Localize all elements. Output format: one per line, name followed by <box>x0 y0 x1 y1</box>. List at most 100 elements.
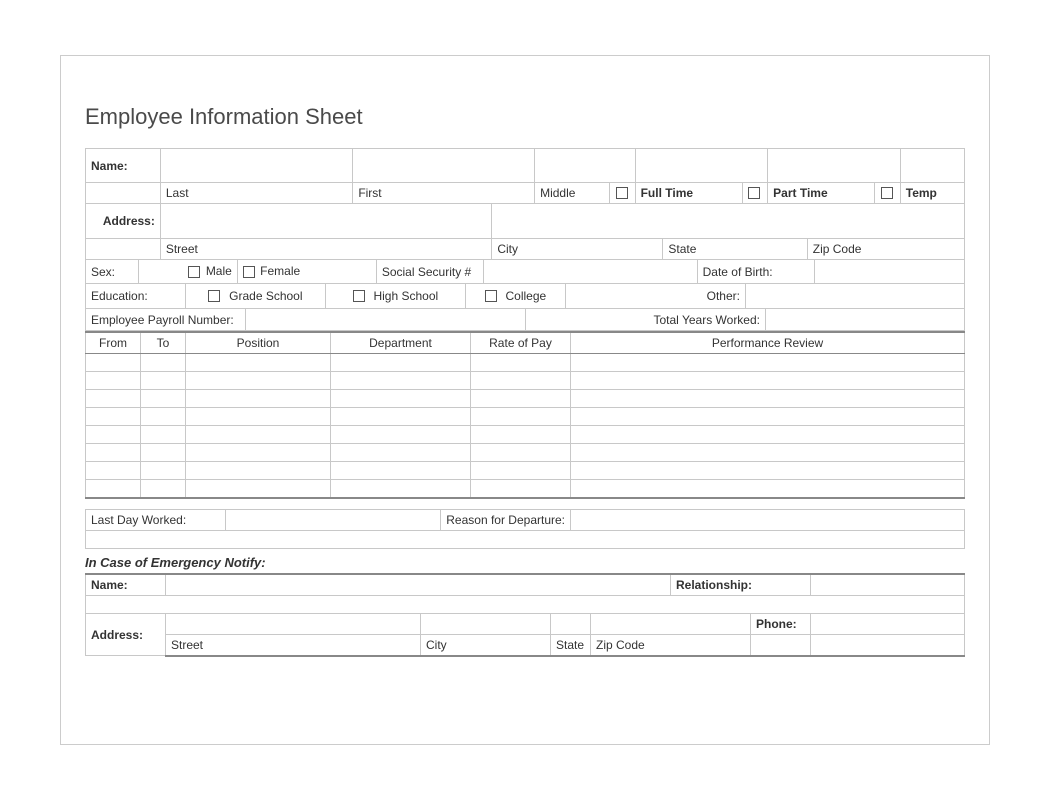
grade-cell[interactable]: Grade School <box>186 284 326 308</box>
name-blank2[interactable] <box>768 149 901 183</box>
emg-street-label: Street <box>166 634 421 656</box>
zip-label: Zip Code <box>807 238 964 259</box>
payroll-field[interactable] <box>246 309 526 331</box>
fulltime-checkbox-cell[interactable] <box>609 183 635 204</box>
table-row[interactable] <box>86 390 965 408</box>
table-row[interactable] <box>86 426 965 444</box>
emg-blank-row[interactable] <box>86 595 965 613</box>
emergency-table: Name: Relationship: Address: Phone: Stre… <box>85 573 965 657</box>
female-cell[interactable]: Female <box>237 260 376 284</box>
parttime-checkbox-cell[interactable] <box>742 183 768 204</box>
checkbox-icon[interactable] <box>208 290 220 302</box>
name-blank1[interactable] <box>635 149 768 183</box>
checkbox-icon[interactable] <box>616 187 628 199</box>
emg-phone-field[interactable] <box>811 613 965 634</box>
education-label: Education: <box>86 284 186 308</box>
dob-field[interactable] <box>815 260 965 284</box>
male-label: Male <box>206 264 232 278</box>
name-table: Name: Last First Middle Full Time Part T… <box>85 148 965 204</box>
emg-name-label: Name: <box>86 574 166 596</box>
dob-label: Date of Birth: <box>697 260 815 284</box>
page: Employee Information Sheet Name: Last Fi… <box>0 0 1050 800</box>
wh-header-from: From <box>86 332 141 354</box>
checkbox-icon[interactable] <box>748 187 760 199</box>
checkbox-icon[interactable] <box>881 187 893 199</box>
spacer <box>85 499 965 509</box>
emg-street-field[interactable] <box>166 613 421 634</box>
college-label: College <box>505 289 546 303</box>
address-table: Address: Street City State Zip Code <box>85 204 965 260</box>
city-label: City <box>492 238 663 259</box>
checkbox-icon[interactable] <box>353 290 365 302</box>
name-middle-field[interactable] <box>535 149 636 183</box>
emg-relationship-label: Relationship: <box>671 574 811 596</box>
wh-header-department: Department <box>331 332 471 354</box>
address-street-field[interactable] <box>160 204 491 238</box>
temp-label: Temp <box>900 183 964 204</box>
table-row[interactable] <box>86 408 965 426</box>
parttime-label: Part Time <box>768 183 875 204</box>
first-label: First <box>353 183 535 204</box>
middle-label: Middle <box>535 183 610 204</box>
female-label: Female <box>260 264 300 278</box>
emergency-heading: In Case of Emergency Notify: <box>85 549 965 573</box>
emg-name-field[interactable] <box>166 574 671 596</box>
fulltime-label: Full Time <box>635 183 742 204</box>
college-cell[interactable]: College <box>466 284 566 308</box>
high-label: High School <box>373 289 438 303</box>
checkbox-icon[interactable] <box>485 290 497 302</box>
last-label: Last <box>160 183 352 204</box>
grade-label: Grade School <box>229 289 302 303</box>
last-day-field[interactable] <box>226 509 441 530</box>
emg-phone-label: Phone: <box>751 613 811 634</box>
ssn-field[interactable] <box>483 260 697 284</box>
total-years-label: Total Years Worked: <box>526 309 766 331</box>
name-first-field[interactable] <box>353 149 535 183</box>
name-blank3[interactable] <box>900 149 964 183</box>
emg-blank2 <box>811 634 965 656</box>
table-row[interactable] <box>86 462 965 480</box>
name-label: Name: <box>86 149 161 183</box>
reason-field[interactable] <box>571 509 965 530</box>
other-label: Other: <box>566 284 746 308</box>
checkbox-icon[interactable] <box>188 266 200 278</box>
temp-checkbox-cell[interactable] <box>875 183 901 204</box>
high-cell[interactable]: High School <box>326 284 466 308</box>
sex-table: Sex: Male Female Social Security # Date … <box>85 260 965 285</box>
total-years-field[interactable] <box>766 309 965 331</box>
male-cell[interactable]: Male <box>139 260 237 284</box>
checkbox-icon[interactable] <box>243 266 255 278</box>
sex-label: Sex: <box>86 260 139 284</box>
emg-zip-label: Zip Code <box>591 634 751 656</box>
payroll-label: Employee Payroll Number: <box>86 309 246 331</box>
emg-state-field[interactable] <box>551 613 591 634</box>
emg-city-field[interactable] <box>421 613 551 634</box>
state-label: State <box>663 238 807 259</box>
emg-zip-field[interactable] <box>591 613 751 634</box>
other-field[interactable] <box>746 284 965 308</box>
education-table: Education: Grade School High School Coll… <box>85 284 965 309</box>
name-blank-below <box>86 183 161 204</box>
wh-header-position: Position <box>186 332 331 354</box>
work-history-table: From To Position Department Rate of Pay … <box>85 331 965 499</box>
payroll-table: Employee Payroll Number: Total Years Wor… <box>85 309 965 332</box>
name-last-field[interactable] <box>160 149 352 183</box>
emg-state-label: State <box>551 634 591 656</box>
departure-notes-field[interactable] <box>86 530 965 548</box>
street-label: Street <box>160 238 491 259</box>
wh-header-rate: Rate of Pay <box>471 332 571 354</box>
table-row[interactable] <box>86 444 965 462</box>
table-row[interactable] <box>86 354 965 372</box>
emg-relationship-field[interactable] <box>811 574 965 596</box>
emg-address-label: Address: <box>86 613 166 656</box>
address-label: Address: <box>86 204 161 238</box>
table-row[interactable] <box>86 480 965 498</box>
last-day-label: Last Day Worked: <box>86 509 226 530</box>
table-row[interactable] <box>86 372 965 390</box>
address-rest-field[interactable] <box>492 204 965 238</box>
emg-blank1 <box>751 634 811 656</box>
reason-label: Reason for Departure: <box>441 509 571 530</box>
form-title: Employee Information Sheet <box>85 104 965 130</box>
ssn-label: Social Security # <box>376 260 483 284</box>
wh-header-review: Performance Review <box>571 332 965 354</box>
